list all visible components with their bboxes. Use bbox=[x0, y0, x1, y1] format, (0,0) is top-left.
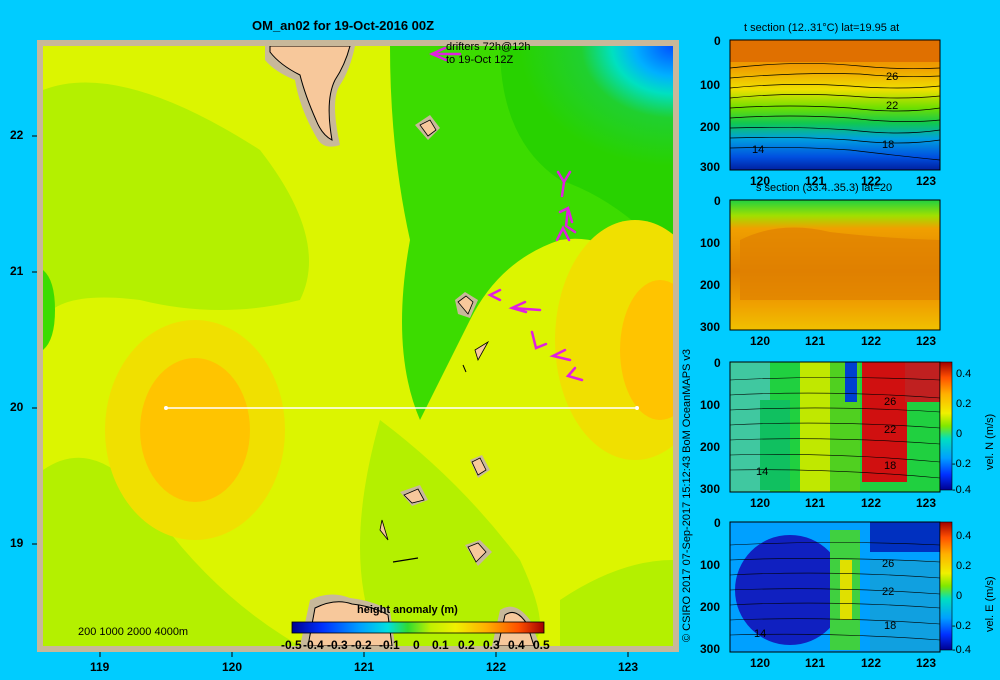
panel-y-tick: 0 bbox=[714, 516, 721, 530]
colorbar-tick: -0.3 bbox=[327, 638, 348, 652]
map-y-tick: 19 bbox=[10, 536, 24, 550]
panel-x-tick: 121 bbox=[805, 496, 826, 510]
contour-label: 22 bbox=[886, 100, 899, 112]
contour-label: 18 bbox=[884, 460, 897, 472]
panel-y-tick: 200 bbox=[700, 440, 721, 454]
panel-y-tick: 300 bbox=[700, 642, 721, 656]
s-panel-title: s section (33.4..35.3) lat=20 bbox=[756, 182, 893, 194]
map-title: OM_an02 for 19-Oct-2016 00Z bbox=[252, 18, 435, 33]
map-x-tick: 123 bbox=[618, 660, 639, 674]
vel-colorbar-tick: 0.2 bbox=[956, 560, 972, 572]
height-anomaly-field bbox=[43, 46, 673, 646]
panel-y-tick: 0 bbox=[714, 194, 721, 208]
panel-y-tick: 100 bbox=[700, 236, 721, 250]
panel-x-tick: 120 bbox=[750, 656, 771, 670]
map-y-tick: 22 bbox=[10, 128, 24, 142]
contour-label: 26 bbox=[886, 71, 899, 83]
panel-x-tick: 123 bbox=[916, 496, 937, 510]
drifters-note-line1: drifters 72h@12h bbox=[446, 41, 531, 53]
panel-y-tick: 100 bbox=[700, 78, 721, 92]
figure-canvas bbox=[32, 39, 953, 657]
panel-y-tick: 300 bbox=[700, 160, 721, 174]
panel-x-tick: 123 bbox=[916, 656, 937, 670]
colorbar-label: height anomaly (m) bbox=[357, 604, 458, 616]
panel-y-tick: 100 bbox=[700, 398, 721, 412]
colorbar-tick: -0.2 bbox=[351, 638, 372, 652]
colorbar-tick: -0.4 bbox=[303, 638, 324, 652]
contour-label: 26 bbox=[884, 396, 897, 408]
panel-x-tick: 121 bbox=[805, 656, 826, 670]
vel-colorbar-tick: -0.2 bbox=[952, 458, 971, 470]
colorbar-tick: 0.3 bbox=[483, 638, 500, 652]
panel-y-tick: 200 bbox=[700, 600, 721, 614]
colorbar-tick: 0 bbox=[413, 638, 420, 652]
panel-x-tick: 123 bbox=[916, 174, 937, 188]
panel-x-tick: 122 bbox=[861, 496, 882, 510]
contour-label: 26 bbox=[882, 558, 895, 570]
panel-y-tick: 300 bbox=[700, 320, 721, 334]
map-x-tick: 122 bbox=[486, 660, 507, 674]
colorbar-tick: -0.1 bbox=[379, 638, 400, 652]
map-y-tick: 20 bbox=[10, 400, 24, 414]
vel-colorbar-tick: 0.2 bbox=[956, 398, 972, 410]
contour-label: 14 bbox=[754, 628, 767, 640]
depth-legend: 200 1000 2000 4000m bbox=[78, 626, 189, 638]
vel-colorbar-tick: 0 bbox=[956, 590, 963, 602]
map-x-tick: 119 bbox=[90, 660, 110, 674]
vel-n-label: vel. N (m/s) bbox=[984, 413, 996, 470]
panel-y-tick: 200 bbox=[700, 278, 721, 292]
s-section-panel bbox=[729, 199, 941, 331]
panel-y-tick: 200 bbox=[700, 120, 721, 134]
map-x-tick: 121 bbox=[354, 660, 375, 674]
t-panel-title: t section (12..31°C) lat=19.95 at bbox=[744, 22, 900, 34]
panel-y-tick: 100 bbox=[700, 558, 721, 572]
panel-x-tick: 122 bbox=[861, 656, 882, 670]
panel-y-tick: 300 bbox=[700, 482, 721, 496]
colorbar-tick: 0.5 bbox=[533, 638, 550, 652]
vel-colorbar-tick: 0.4 bbox=[956, 530, 972, 542]
vel-colorbar-tick: 0.4 bbox=[956, 368, 972, 380]
contour-label: 14 bbox=[752, 144, 765, 156]
vel-e-label: vel. E (m/s) bbox=[984, 576, 996, 632]
map-x-tick: 120 bbox=[222, 660, 243, 674]
panel-y-tick: 0 bbox=[714, 34, 721, 48]
colorbar-tick: 0.2 bbox=[458, 638, 475, 652]
drifters-note-line2: to 19-Oct 12Z bbox=[446, 54, 514, 66]
contour-label: 22 bbox=[882, 586, 895, 598]
contour-label: 18 bbox=[882, 139, 895, 151]
panel-x-tick: 121 bbox=[805, 334, 826, 348]
panel-x-tick: 120 bbox=[750, 496, 771, 510]
contour-label: 22 bbox=[884, 424, 897, 436]
panel-y-tick: 0 bbox=[714, 356, 721, 370]
height-anomaly-colorbar bbox=[291, 621, 545, 634]
colorbar-tick: 0.1 bbox=[432, 638, 449, 652]
vel-colorbar-tick: -0.4 bbox=[952, 484, 971, 496]
colorbar-tick: -0.5 bbox=[281, 638, 302, 652]
vel-colorbar-tick: 0 bbox=[956, 428, 963, 440]
contour-label: 14 bbox=[756, 466, 769, 478]
colorbar-tick: 0.4 bbox=[508, 638, 525, 652]
contour-label: 18 bbox=[884, 620, 897, 632]
vel-colorbar-tick: -0.2 bbox=[952, 620, 971, 632]
vel-colorbar-tick: -0.4 bbox=[952, 644, 971, 656]
credit-text: © CSIRO 2017 07-Sep-2017 15:12:43 BoM Oc… bbox=[681, 348, 693, 642]
panel-x-tick: 123 bbox=[916, 334, 937, 348]
map-y-tick: 21 bbox=[10, 264, 24, 278]
panel-x-tick: 120 bbox=[750, 334, 771, 348]
map-frame bbox=[37, 40, 679, 652]
panel-x-tick: 122 bbox=[861, 334, 882, 348]
